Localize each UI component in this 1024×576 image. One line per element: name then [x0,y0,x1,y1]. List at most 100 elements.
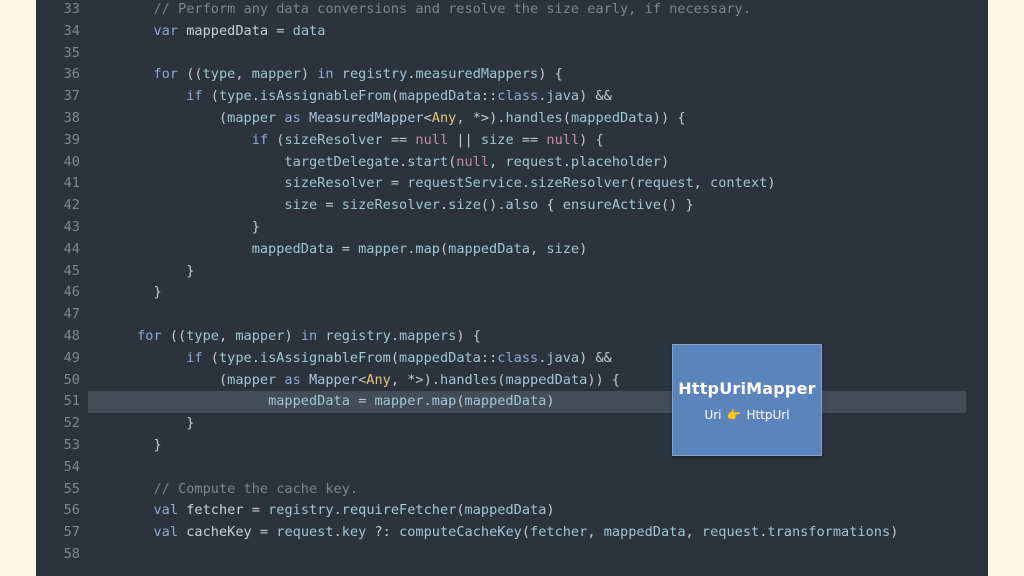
code-token: = [251,502,260,519]
code-token: . [439,197,449,214]
code-line[interactable]: 52 } [36,413,988,435]
code-text: for ((type, mapper) in registry.measured… [88,64,562,86]
code-token: } [153,284,162,301]
line-number: 38 [63,110,80,126]
code-line[interactable]: 55 // Compute the cache key. [36,479,988,501]
code-token: ) [890,524,899,541]
code-token: mapper [374,393,424,410]
code-token: . [333,502,342,519]
code-token: size [546,240,580,257]
code-line[interactable]: 50 (mapper as Mapper<Any, *>).handles(ma… [36,370,988,392]
code-token: mapper [358,240,408,257]
code-text: } [88,282,162,304]
code-token: (). [480,197,506,214]
code-token: sizeResolver [284,175,383,192]
line-number: 50 [63,371,80,388]
line-number: 58 [63,546,80,562]
code-token: transformations [767,524,891,541]
code-line[interactable]: 45 } [36,261,988,283]
code-token: mappedData [464,393,547,410]
code-line[interactable]: 42 size = sizeResolver.size().also { ens… [36,195,988,217]
code-token: null [415,131,449,148]
code-line[interactable]: 46 } [36,282,988,304]
code-line[interactable]: 49 if (type.isAssignableFrom(mappedData:… [36,348,988,370]
code-token: ( [456,393,465,410]
code-token: ( [390,88,400,105]
code-token: ( [562,110,571,126]
code-token: in [300,328,318,344]
code-token: // Perform any data conversions and reso… [153,1,751,17]
code-token: ) { [579,131,604,148]
pointing-hand-icon: 👉 [726,407,742,422]
code-token: == [513,131,547,148]
code-token: (( [161,328,187,344]
code-line[interactable]: 33 // Perform any data conversions and r… [36,0,988,21]
code-token: ) [579,88,596,105]
code-token: :: [480,88,498,105]
code-token: type [202,66,236,83]
code-token: mapper [251,66,301,83]
code-token: handles [505,110,563,126]
code-line[interactable]: 39 if (sizeResolver == null || size == n… [36,130,988,152]
code-token: ( [218,110,228,126]
code-token: mappedData [603,524,686,541]
code-token: if [186,88,203,105]
code-line[interactable]: 36 for ((type, mapper) in registry.measu… [36,64,988,86]
code-line[interactable]: 43 } [36,217,988,239]
code-token: targetDelegate [284,153,399,170]
code-line[interactable]: 38 (mapper as MeasuredMapper<Any, *>).ha… [36,108,988,130]
code-token: var [153,22,179,39]
code-token: size [448,197,481,214]
code-token: java [546,88,580,105]
code-line[interactable]: 40 targetDelegate.start(null, request.pl… [36,152,988,174]
code-token: val [153,524,179,541]
code-text: if (sizeResolver == null || size == null… [88,130,604,152]
code-token: handles [439,371,498,388]
code-token: type [218,349,252,366]
code-line[interactable]: 37 if (type.isAssignableFrom(mappedData:… [36,86,988,108]
code-line[interactable]: 51 mappedData = mapper.map(mappedData) [36,391,988,413]
code-text: (mapper as MeasuredMapper<Any, *>).handl… [88,108,686,130]
code-token: class [497,349,539,366]
code-token: registry [333,66,408,83]
code-token: } [251,219,260,235]
line-number: 41 [63,175,80,192]
code-token: null [546,131,580,148]
code-token: :: [480,349,498,366]
code-token: = [349,393,375,410]
code-token: null [456,153,490,170]
code-line[interactable]: 53 } [36,435,988,457]
code-token: . [333,524,342,541]
code-token: . [521,175,530,192]
code-line[interactable]: 56 val fetcher = registry.requireFetcher… [36,500,988,522]
code-line[interactable]: 48 for ((type, mapper) in registry.mappe… [36,326,988,348]
code-token: = [259,524,269,541]
code-line[interactable]: 47 [36,304,988,326]
line-number: 44 [63,240,80,257]
code-token: ) [300,66,318,83]
code-text: mappedData = mapper.map(mappedData) [88,391,554,413]
code-text: } [88,261,194,283]
code-line[interactable]: 44 mappedData = mapper.map(mappedData, s… [36,239,988,261]
code-line[interactable]: 34 var mappedData = data [36,21,988,43]
code-token: map [415,240,440,257]
code-token: also [505,197,539,214]
code-token: . [251,88,260,105]
code-line[interactable]: 58 [36,544,988,566]
code-token: Any [431,110,457,126]
code-line[interactable]: 54 [36,457,988,479]
code-text: mappedData = mapper.map(mappedData, size… [88,239,588,261]
code-line[interactable]: 35 [36,43,988,65]
code-token: ( [268,131,285,148]
code-token: ensureActive [562,197,661,214]
code-token: )) { [652,110,686,126]
code-token: isAssignableFrom [259,88,391,105]
code-line[interactable]: 57 val cacheKey = request.key ?: compute… [36,522,988,544]
code-token: type [218,88,252,105]
code-line[interactable]: 41 sizeResolver = requestService.sizeRes… [36,173,988,195]
code-token: mappedData [464,502,547,519]
